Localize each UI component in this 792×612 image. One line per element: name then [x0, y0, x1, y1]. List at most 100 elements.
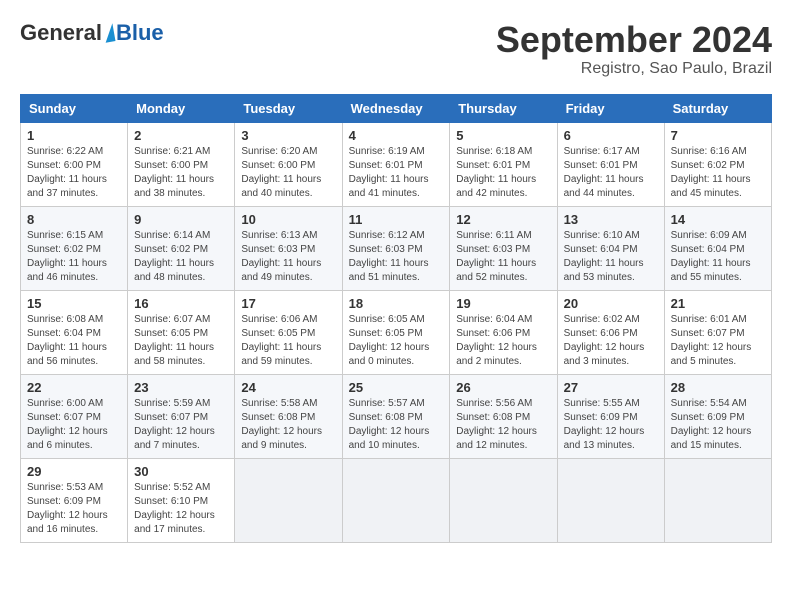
calendar-cell	[664, 458, 771, 542]
day-info: Sunrise: 6:13 AMSunset: 6:03 PMDaylight:…	[241, 229, 335, 285]
calendar-cell: 26 Sunrise: 5:56 AMSunset: 6:08 PMDayligh…	[450, 374, 557, 458]
day-number: 4	[349, 128, 444, 143]
location-text: Registro, Sao Paulo, Brazil	[496, 60, 772, 78]
calendar-cell: 20Sunrise: 6:02 AMSunset: 6:06 PMDayligh…	[557, 290, 664, 374]
calendar-cell: 1 Sunrise: 6:22 AMSunset: 6:00 PMDaylight…	[21, 122, 128, 206]
calendar-cell: 12Sunrise: 6:11 AMSunset: 6:03 PMDayligh…	[450, 206, 557, 290]
day-info: Sunrise: 6:12 AMSunset: 6:03 PMDaylight:…	[349, 229, 444, 285]
day-number: 3	[241, 128, 335, 143]
weekday-header-tuesday: Tuesday	[235, 94, 342, 122]
calendar-cell: 17 Sunrise: 6:06 AMSunset: 6:05 PMDayligh…	[235, 290, 342, 374]
calendar-cell: 7Sunrise: 6:16 AMSunset: 6:02 PMDaylight…	[664, 122, 771, 206]
logo-icon	[102, 23, 115, 42]
calendar-cell	[557, 458, 664, 542]
calendar-cell: 28 Sunrise: 5:54 AMSunset: 6:09 PMDayligh…	[664, 374, 771, 458]
calendar-cell: 23Sunrise: 5:59 AMSunset: 6:07 PMDayligh…	[128, 374, 235, 458]
day-number: 8	[27, 212, 121, 227]
month-title: September 2024	[496, 20, 772, 60]
day-info: Sunrise: 6:05 AMSunset: 6:05 PMDaylight:…	[349, 313, 444, 369]
calendar-cell: 8 Sunrise: 6:15 AMSunset: 6:02 PMDaylight…	[21, 206, 128, 290]
day-number: 21	[671, 296, 765, 311]
calendar-cell: 24 Sunrise: 5:58 AMSunset: 6:08 PMDayligh…	[235, 374, 342, 458]
day-info: Sunrise: 6:21 AMSunset: 6:00 PMDaylight:…	[134, 145, 228, 201]
day-info: Sunrise: 6:17 AMSunset: 6:01 PMDaylight:…	[564, 145, 658, 201]
weekday-header-monday: Monday	[128, 94, 235, 122]
day-number: 7	[671, 128, 765, 143]
weekday-header-row: SundayMondayTuesdayWednesdayThursdayFrid…	[21, 94, 772, 122]
day-number: 13	[564, 212, 658, 227]
calendar-cell: 2 Sunrise: 6:21 AMSunset: 6:00 PMDaylight…	[128, 122, 235, 206]
calendar-cell: 21 Sunrise: 6:01 AMSunset: 6:07 PMDayligh…	[664, 290, 771, 374]
day-number: 23	[134, 380, 228, 395]
day-info: Sunrise: 6:00 AMSunset: 6:07 PMDaylight:…	[27, 397, 121, 453]
calendar-cell: 13 Sunrise: 6:10 AMSunset: 6:04 PMDayligh…	[557, 206, 664, 290]
calendar-cell: 30 Sunrise: 5:52 AMSunset: 6:10 PMDayligh…	[128, 458, 235, 542]
weekday-header-thursday: Thursday	[450, 94, 557, 122]
calendar-table: SundayMondayTuesdayWednesdayThursdayFrid…	[20, 94, 772, 543]
calendar-cell: 19 Sunrise: 6:04 AMSunset: 6:06 PMDayligh…	[450, 290, 557, 374]
day-number: 29	[27, 464, 121, 479]
day-number: 10	[241, 212, 335, 227]
day-info: Sunrise: 5:58 AMSunset: 6:08 PMDaylight:…	[241, 397, 335, 453]
calendar-cell: 4 Sunrise: 6:19 AMSunset: 6:01 PMDaylight…	[342, 122, 450, 206]
day-number: 24	[241, 380, 335, 395]
day-info: Sunrise: 6:15 AMSunset: 6:02 PMDaylight:…	[27, 229, 121, 285]
calendar-week-row: 29 Sunrise: 5:53 AMSunset: 6:09 PMDayligh…	[21, 458, 772, 542]
calendar-cell: 29 Sunrise: 5:53 AMSunset: 6:09 PMDayligh…	[21, 458, 128, 542]
day-number: 19	[456, 296, 550, 311]
calendar-cell: 11 Sunrise: 6:12 AMSunset: 6:03 PMDayligh…	[342, 206, 450, 290]
logo: General Blue	[20, 20, 164, 46]
day-number: 1	[27, 128, 121, 143]
day-info: Sunrise: 6:20 AMSunset: 6:00 PMDaylight:…	[241, 145, 335, 201]
day-info: Sunrise: 5:57 AMSunset: 6:08 PMDaylight:…	[349, 397, 444, 453]
calendar-cell: 10 Sunrise: 6:13 AMSunset: 6:03 PMDayligh…	[235, 206, 342, 290]
day-info: Sunrise: 6:10 AMSunset: 6:04 PMDaylight:…	[564, 229, 658, 285]
day-number: 22	[27, 380, 121, 395]
calendar-cell: 16 Sunrise: 6:07 AMSunset: 6:05 PMDayligh…	[128, 290, 235, 374]
day-number: 5	[456, 128, 550, 143]
calendar-cell	[450, 458, 557, 542]
day-info: Sunrise: 6:01 AMSunset: 6:07 PMDaylight:…	[671, 313, 765, 369]
calendar-cell: 3 Sunrise: 6:20 AMSunset: 6:00 PMDaylight…	[235, 122, 342, 206]
day-number: 12	[456, 212, 550, 227]
day-info: Sunrise: 6:08 AMSunset: 6:04 PMDaylight:…	[27, 313, 121, 369]
calendar-week-row: 1 Sunrise: 6:22 AMSunset: 6:00 PMDaylight…	[21, 122, 772, 206]
day-info: Sunrise: 6:22 AMSunset: 6:00 PMDaylight:…	[27, 145, 121, 201]
weekday-header-sunday: Sunday	[21, 94, 128, 122]
calendar-cell: 9 Sunrise: 6:14 AMSunset: 6:02 PMDaylight…	[128, 206, 235, 290]
day-number: 6	[564, 128, 658, 143]
calendar-cell	[235, 458, 342, 542]
day-number: 28	[671, 380, 765, 395]
day-info: Sunrise: 6:04 AMSunset: 6:06 PMDaylight:…	[456, 313, 550, 369]
day-info: Sunrise: 6:07 AMSunset: 6:05 PMDaylight:…	[134, 313, 228, 369]
day-number: 16	[134, 296, 228, 311]
day-info: Sunrise: 6:06 AMSunset: 6:05 PMDaylight:…	[241, 313, 335, 369]
day-info: Sunrise: 6:19 AMSunset: 6:01 PMDaylight:…	[349, 145, 444, 201]
calendar-week-row: 15 Sunrise: 6:08 AMSunset: 6:04 PMDayligh…	[21, 290, 772, 374]
weekday-header-wednesday: Wednesday	[342, 94, 450, 122]
day-number: 15	[27, 296, 121, 311]
calendar-cell: 6 Sunrise: 6:17 AMSunset: 6:01 PMDaylight…	[557, 122, 664, 206]
day-number: 11	[349, 212, 444, 227]
page-header: General Blue September 2024 Registro, Sa…	[20, 20, 772, 78]
day-info: Sunrise: 5:52 AMSunset: 6:10 PMDaylight:…	[134, 481, 228, 537]
day-info: Sunrise: 6:18 AMSunset: 6:01 PMDaylight:…	[456, 145, 550, 201]
day-info: Sunrise: 5:54 AMSunset: 6:09 PMDaylight:…	[671, 397, 765, 453]
day-info: Sunrise: 5:53 AMSunset: 6:09 PMDaylight:…	[27, 481, 121, 537]
calendar-cell: 5 Sunrise: 6:18 AMSunset: 6:01 PMDaylight…	[450, 122, 557, 206]
day-number: 9	[134, 212, 228, 227]
day-number: 2	[134, 128, 228, 143]
day-number: 30	[134, 464, 228, 479]
day-info: Sunrise: 6:14 AMSunset: 6:02 PMDaylight:…	[134, 229, 228, 285]
day-info: Sunrise: 6:02 AMSunset: 6:06 PMDaylight:…	[564, 313, 658, 369]
day-info: Sunrise: 5:55 AMSunset: 6:09 PMDaylight:…	[564, 397, 658, 453]
calendar-cell: 15 Sunrise: 6:08 AMSunset: 6:04 PMDayligh…	[21, 290, 128, 374]
calendar-cell: 25Sunrise: 5:57 AMSunset: 6:08 PMDayligh…	[342, 374, 450, 458]
calendar-week-row: 8 Sunrise: 6:15 AMSunset: 6:02 PMDaylight…	[21, 206, 772, 290]
day-info: Sunrise: 5:56 AMSunset: 6:08 PMDaylight:…	[456, 397, 550, 453]
calendar-cell	[342, 458, 450, 542]
day-number: 17	[241, 296, 335, 311]
calendar-cell: 27 Sunrise: 5:55 AMSunset: 6:09 PMDayligh…	[557, 374, 664, 458]
day-number: 26	[456, 380, 550, 395]
day-number: 27	[564, 380, 658, 395]
